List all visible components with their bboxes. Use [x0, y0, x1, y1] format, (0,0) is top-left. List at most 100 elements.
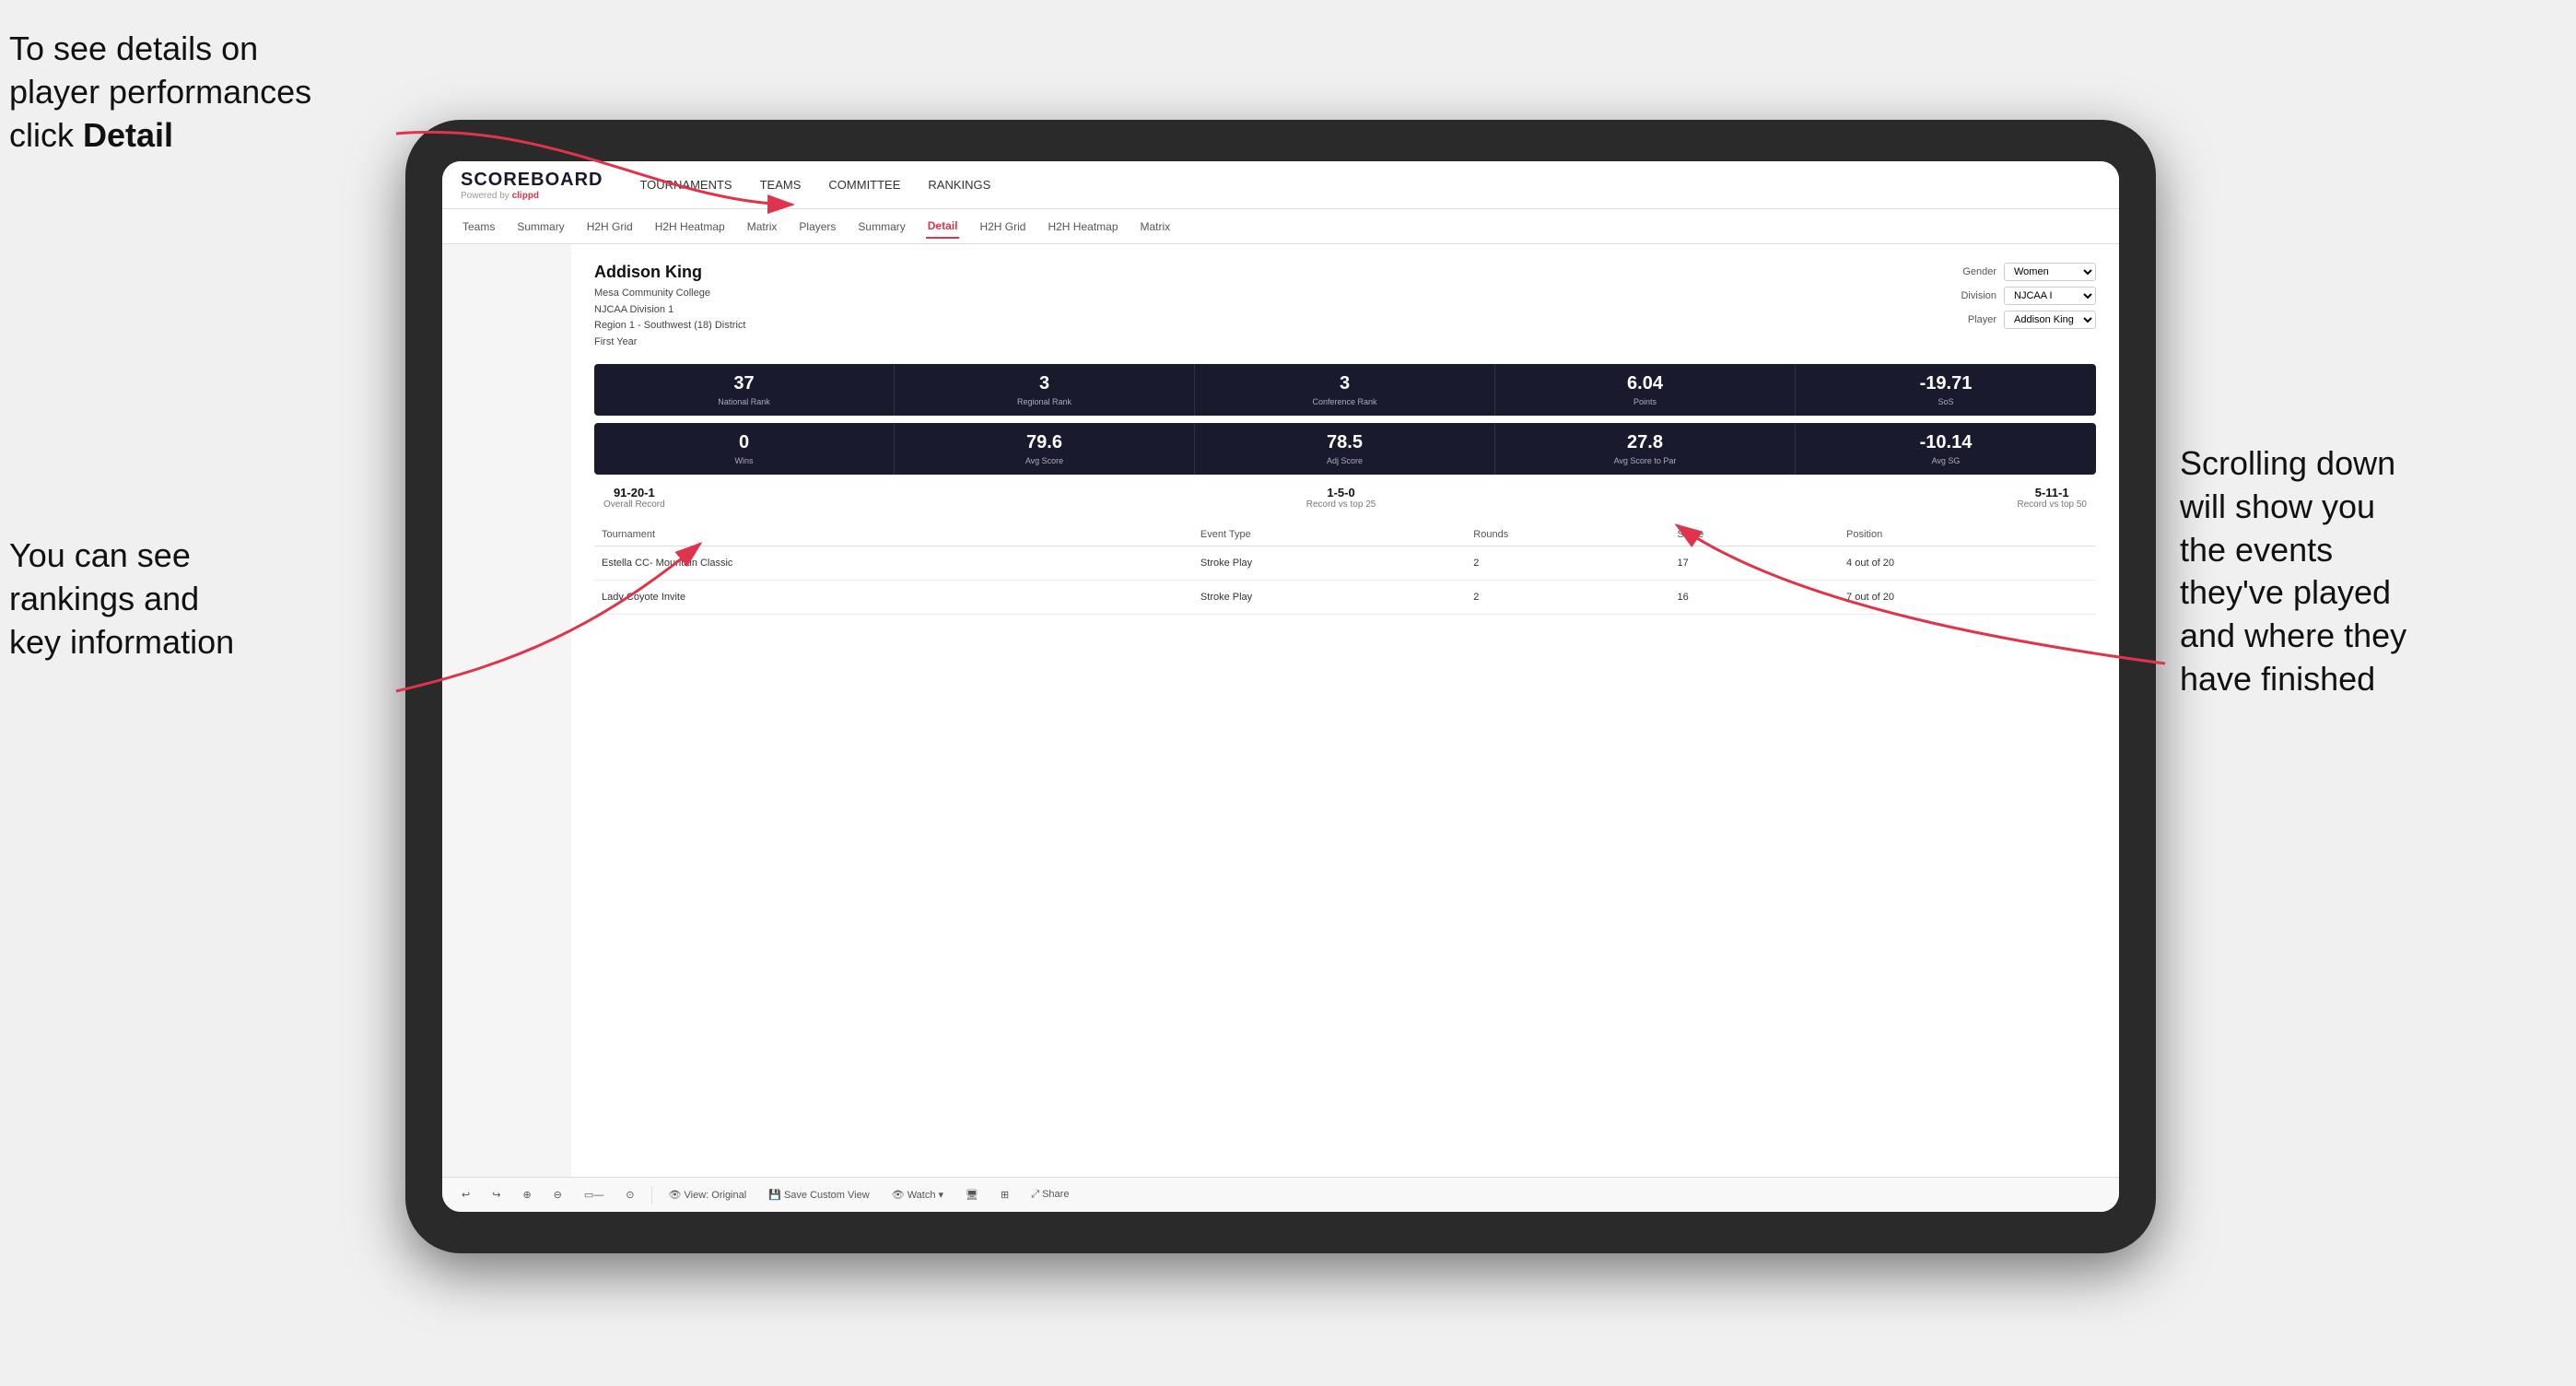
wins-value: 0	[602, 432, 886, 453]
stats-grid-2: 0 Wins 79.6 Avg Score 78.5 Adj Score 27.…	[594, 423, 2096, 475]
annotation-bl3: key information	[9, 623, 234, 661]
adj-score-value: 78.5	[1202, 432, 1487, 453]
subnav-h2hgrid2[interactable]: H2H Grid	[978, 216, 1027, 238]
position-2: 7 out of 20	[1839, 581, 2096, 615]
logo-area: SCOREBOARD Powered by clippd	[461, 170, 603, 201]
conference-rank-value: 3	[1202, 373, 1487, 394]
separator	[651, 1186, 652, 1204]
top50-record-value: 5-11-1	[2017, 486, 2087, 499]
watch-button[interactable]: 👁 Watch ▾	[886, 1186, 949, 1204]
display-button[interactable]: 🖥	[960, 1186, 984, 1204]
undo-button[interactable]: ↩	[456, 1186, 475, 1204]
stat-wins: 0 Wins	[594, 423, 895, 475]
position-1: 4 out of 20	[1839, 546, 2096, 581]
sos-label: SoS	[1803, 397, 2089, 406]
stats-grid-1: 37 National Rank 3 Regional Rank 3 Confe…	[594, 364, 2096, 416]
main-content: Addison King Mesa Community College NJCA…	[442, 244, 2119, 1177]
subnav-h2hgrid[interactable]: H2H Grid	[585, 216, 635, 238]
annotation-r6: have finished	[2180, 660, 2375, 698]
annotation-topleft: To see details on player performances cl…	[9, 28, 396, 157]
score-1: 17	[1669, 546, 1839, 581]
subnav-detail[interactable]: Detail	[926, 215, 960, 239]
annotation-r5: and where they	[2180, 617, 2406, 654]
annotation-line2: player performances	[9, 73, 311, 111]
tournament-name-1: Estella CC- Mountain Classic	[594, 546, 1193, 581]
tournament-name-2: Lady Coyote Invite	[594, 581, 1193, 615]
stat-avg-score: 79.6 Avg Score	[895, 423, 1195, 475]
subnav-matrix2[interactable]: Matrix	[1139, 216, 1173, 238]
record-top25: 1-5-0 Record vs top 25	[1306, 486, 1376, 510]
col-score: Score	[1669, 523, 1839, 546]
bottom-toolbar: ↩ ↪ ⊕ ⊖ ▭— ⊙ 👁 View: Original 💾 Save Cus…	[442, 1177, 2119, 1212]
national-rank-label: National Rank	[602, 397, 886, 406]
refresh-button[interactable]: ⊙	[620, 1186, 639, 1204]
brand-name: clippd	[512, 191, 539, 201]
share-button[interactable]: ⤢ Share	[1025, 1186, 1074, 1204]
logo-scoreboard: SCOREBOARD	[461, 170, 603, 191]
col-event-type: Event Type	[1193, 523, 1466, 546]
player-header: Addison King Mesa Community College NJCA…	[594, 263, 2096, 350]
sub-nav: Teams Summary H2H Grid H2H Heatmap Matri…	[442, 209, 2119, 244]
subnav-matrix[interactable]: Matrix	[745, 216, 779, 238]
national-rank-value: 37	[602, 373, 886, 394]
save-view-button[interactable]: 💾 Save Custom View	[763, 1186, 874, 1204]
player-school: Mesa Community College	[594, 286, 745, 302]
nav-committee[interactable]: COMMITTEE	[828, 173, 900, 196]
stat-conference-rank: 3 Conference Rank	[1195, 364, 1495, 416]
tablet-frame: SCOREBOARD Powered by clippd TOURNAMENTS…	[405, 120, 2156, 1253]
grid-view-button[interactable]: ⊞	[995, 1186, 1014, 1204]
player-region: Region 1 - Southwest (18) District	[594, 318, 745, 335]
content-panel: Addison King Mesa Community College NJCA…	[571, 244, 2119, 1177]
division-select[interactable]: NJCAA I NJCAA II	[2004, 287, 2096, 305]
points-value: 6.04	[1503, 373, 1787, 394]
subnav-h2hheatmap2[interactable]: H2H Heatmap	[1046, 216, 1119, 238]
table-row: Estella CC- Mountain Classic Stroke Play…	[594, 546, 2096, 581]
layout-button[interactable]: ▭—	[579, 1186, 609, 1204]
gender-selector-row: Gender Women Men	[1962, 263, 2096, 281]
annotation-bold: Detail	[83, 116, 173, 154]
subnav-teams[interactable]: Teams	[461, 216, 497, 238]
avg-sg-label: Avg SG	[1803, 456, 2089, 465]
subnav-summary[interactable]: Summary	[515, 216, 566, 238]
nav-teams[interactable]: TEAMS	[760, 173, 802, 196]
annotation-line3: click	[9, 116, 83, 154]
annotation-bottomleft: You can see rankings and key information	[9, 534, 359, 664]
annotation-r2: will show you	[2180, 487, 2375, 525]
rounds-2: 2	[1466, 581, 1669, 615]
record-overall: 91-20-1 Overall Record	[603, 486, 665, 510]
zoom-fit-button[interactable]: ⊕	[517, 1186, 536, 1204]
annotation-r3: the events	[2180, 531, 2333, 569]
nav-tournaments[interactable]: TOURNAMENTS	[639, 173, 732, 196]
avg-score-label: Avg Score	[902, 456, 1187, 465]
zoom-out-button[interactable]: ⊖	[548, 1186, 568, 1204]
nav-items: TOURNAMENTS TEAMS COMMITTEE RANKINGS	[639, 173, 990, 196]
avg-score-to-par-value: 27.8	[1503, 432, 1787, 453]
gender-select[interactable]: Women Men	[2004, 263, 2096, 281]
points-label: Points	[1503, 397, 1787, 406]
top50-record-label: Record vs top 50	[2017, 499, 2087, 510]
annotation-line1: To see details on	[9, 29, 258, 67]
annotation-right: Scrolling down will show you the events …	[2180, 442, 2567, 701]
sos-value: -19.71	[1803, 373, 2089, 394]
event-type-1: Stroke Play	[1193, 546, 1466, 581]
overall-record-label: Overall Record	[603, 499, 665, 510]
player-select[interactable]: Addison King	[2004, 311, 2096, 329]
annotation-r4: they've played	[2180, 573, 2391, 611]
player-info: Addison King Mesa Community College NJCA…	[594, 263, 745, 350]
table-row: Lady Coyote Invite Stroke Play 2 16 7 ou…	[594, 581, 2096, 615]
subnav-h2hheatmap[interactable]: H2H Heatmap	[653, 216, 727, 238]
view-original-button[interactable]: 👁 View: Original	[663, 1186, 753, 1204]
stat-regional-rank: 3 Regional Rank	[895, 364, 1195, 416]
subnav-players[interactable]: Players	[797, 216, 837, 238]
regional-rank-label: Regional Rank	[902, 397, 1187, 406]
top-nav: SCOREBOARD Powered by clippd TOURNAMENTS…	[442, 161, 2119, 209]
logo-powered: Powered by clippd	[461, 191, 603, 201]
player-division: NJCAA Division 1	[594, 302, 745, 319]
avg-score-value: 79.6	[902, 432, 1187, 453]
rounds-1: 2	[1466, 546, 1669, 581]
col-position: Position	[1839, 523, 2096, 546]
subnav-summary2[interactable]: Summary	[856, 216, 907, 238]
nav-rankings[interactable]: RANKINGS	[928, 173, 990, 196]
redo-button[interactable]: ↪	[486, 1186, 506, 1204]
annotation-r1: Scrolling down	[2180, 444, 2395, 482]
